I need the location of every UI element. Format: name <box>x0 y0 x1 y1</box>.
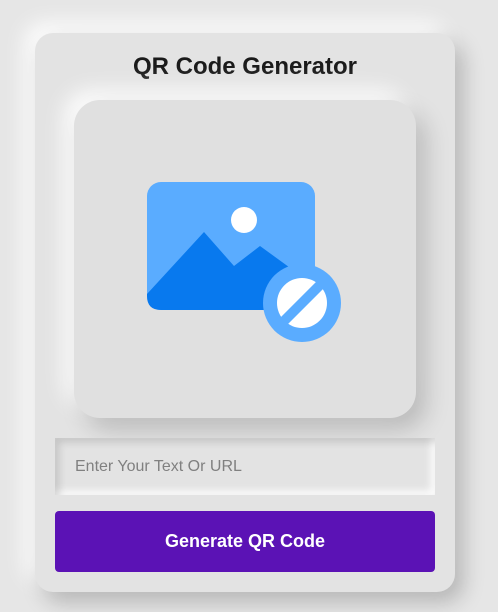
qr-generator-card: QR Code Generator Generate QR Code <box>35 33 455 592</box>
qr-preview-area <box>74 100 416 418</box>
image-blocked-icon <box>147 182 341 342</box>
text-url-input[interactable] <box>55 438 435 495</box>
page-title: QR Code Generator <box>132 53 358 80</box>
generate-qr-code-button[interactable]: Generate QR Code <box>55 511 435 572</box>
